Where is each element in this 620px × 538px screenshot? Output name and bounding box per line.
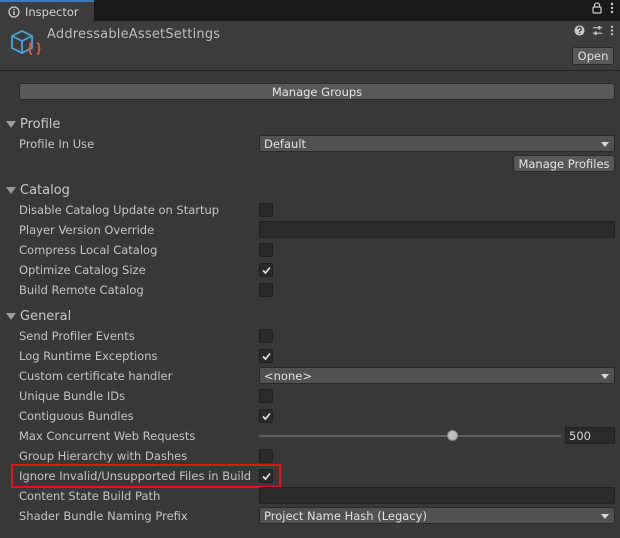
tab-strip: Inspector <box>0 0 620 21</box>
build-remote-catalog-label: Build Remote Catalog <box>19 283 144 297</box>
checkmark-icon <box>261 472 271 480</box>
manage-groups-button[interactable]: Manage Groups <box>19 83 615 100</box>
custom-certificate-handler-dropdown[interactable]: <none> <box>259 367 615 384</box>
foldout-arrow-icon <box>6 312 16 320</box>
section-title-catalog: Catalog <box>20 182 70 198</box>
max-web-slider-row <box>0 430 620 441</box>
contiguous-bundles-checkbox[interactable] <box>259 409 273 423</box>
optimize-catalog-size-checkbox[interactable] <box>259 263 273 277</box>
asset-title: AddressableAssetSettings <box>47 27 221 42</box>
max-web-slider-track[interactable] <box>259 435 561 437</box>
profile-in-use-label: Profile In Use <box>19 137 95 151</box>
profile-foldout[interactable]: Profile <box>6 115 60 133</box>
build-remote-catalog-checkbox[interactable] <box>259 283 273 297</box>
unique-bundle-ids-checkbox[interactable] <box>259 389 273 403</box>
presets-icon[interactable] <box>592 25 603 39</box>
compress-local-catalog-label: Compress Local Catalog <box>19 243 158 257</box>
ignore-invalid-files-label: Ignore Invalid/Unsupported Files in Buil… <box>19 469 252 483</box>
checkmark-icon <box>261 352 271 360</box>
general-foldout[interactable]: General <box>6 307 71 325</box>
checkmark-icon <box>261 412 271 420</box>
chevron-down-icon <box>601 514 609 519</box>
send-profiler-events-checkbox[interactable] <box>259 329 273 343</box>
custom-certificate-handler-value: <none> <box>264 368 312 383</box>
group-hierarchy-dashes-checkbox[interactable] <box>259 449 273 463</box>
tab-label: Inspector <box>25 4 79 19</box>
help-icon[interactable] <box>574 25 585 39</box>
max-web-slider-thumb[interactable] <box>446 430 458 441</box>
profile-in-use-value: Default <box>264 136 307 151</box>
chevron-down-icon <box>601 142 609 147</box>
checkmark-icon <box>261 266 271 274</box>
content-state-build-path-label: Content State Build Path <box>19 489 161 503</box>
scriptable-object-icon <box>8 27 42 61</box>
chevron-down-icon <box>601 374 609 379</box>
tab-inspector[interactable]: Inspector <box>0 0 94 21</box>
ignore-invalid-files-checkbox[interactable] <box>259 469 273 483</box>
shader-bundle-naming-prefix-label: Shader Bundle Naming Prefix <box>19 509 188 523</box>
info-icon <box>8 5 20 18</box>
lock-icon[interactable] <box>592 2 602 18</box>
inspector-content: Manage Groups Profile Profile In Use Def… <box>0 72 620 538</box>
unique-bundle-ids-label: Unique Bundle IDs <box>19 389 126 403</box>
max-concurrent-web-requests-field[interactable]: 500 <box>565 427 615 444</box>
player-version-override-label: Player Version Override <box>19 223 155 237</box>
catalog-foldout[interactable]: Catalog <box>6 181 70 199</box>
custom-certificate-handler-label: Custom certificate handler <box>19 369 173 383</box>
player-version-override-field[interactable] <box>259 221 615 238</box>
log-runtime-exceptions-label: Log Runtime Exceptions <box>19 349 158 363</box>
foldout-arrow-icon <box>6 120 16 128</box>
section-title-general: General <box>20 308 72 324</box>
compress-local-catalog-checkbox[interactable] <box>259 243 273 257</box>
content-state-build-path-field[interactable] <box>259 487 615 504</box>
optimize-catalog-size-label: Optimize Catalog Size <box>19 263 146 277</box>
disable-catalog-update-checkbox[interactable] <box>259 203 273 217</box>
send-profiler-events-label: Send Profiler Events <box>19 329 135 343</box>
log-runtime-exceptions-checkbox[interactable] <box>259 349 273 363</box>
open-button[interactable]: Open <box>572 47 614 65</box>
inspector-header: AddressableAssetSettings Open <box>0 21 620 71</box>
foldout-arrow-icon <box>6 186 16 194</box>
contiguous-bundles-label: Contiguous Bundles <box>19 409 134 423</box>
shader-bundle-naming-prefix-dropdown[interactable]: Project Name Hash (Legacy) <box>259 507 615 524</box>
section-title-profile: Profile <box>20 116 61 132</box>
profile-in-use-dropdown[interactable]: Default <box>259 135 615 152</box>
disable-catalog-update-label: Disable Catalog Update on Startup <box>19 203 220 217</box>
kebab-menu-icon[interactable] <box>610 25 614 39</box>
kebab-menu-icon[interactable] <box>610 2 614 18</box>
manage-profiles-button[interactable]: Manage Profiles <box>513 155 615 172</box>
group-hierarchy-dashes-label: Group Hierarchy with Dashes <box>19 449 188 463</box>
shader-bundle-naming-prefix-value: Project Name Hash (Legacy) <box>264 508 427 523</box>
